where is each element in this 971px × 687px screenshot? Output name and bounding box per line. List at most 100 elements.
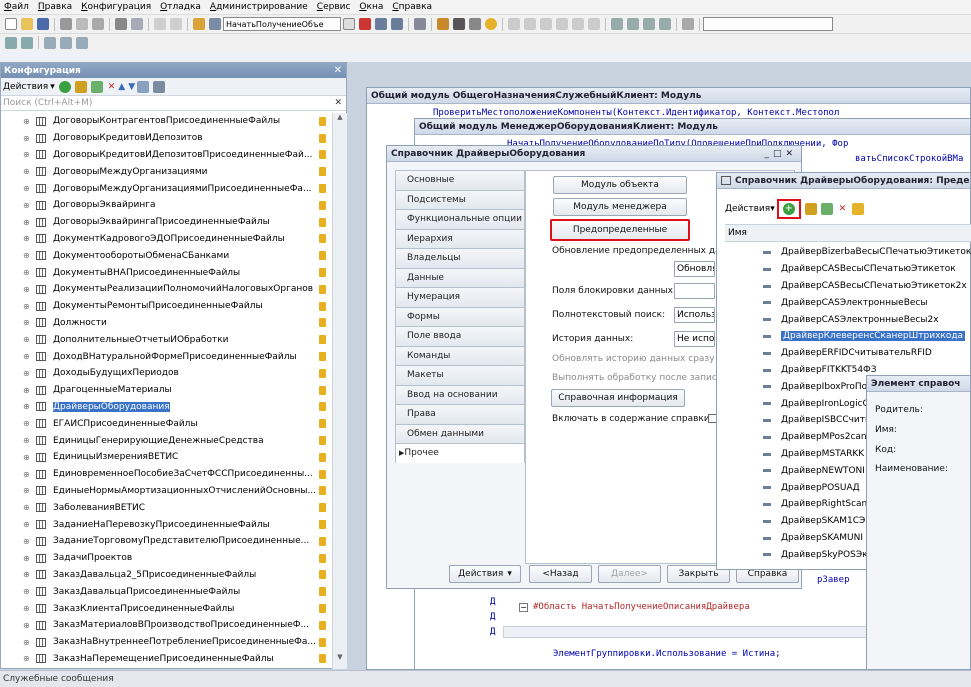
expand-icon[interactable]: ⊕ — [23, 134, 31, 143]
expand-icon[interactable]: ⊕ — [23, 335, 31, 344]
list-item[interactable]: ДрайверCASЭлектронныеВесы — [725, 294, 971, 311]
tree-item[interactable]: ⊕ ДополнительныеОтчетыИОбработки — [1, 331, 331, 348]
back-button[interactable]: <Назад — [529, 565, 592, 583]
code-line[interactable]: рЗавер — [817, 575, 850, 585]
find-prev-icon[interactable] — [391, 18, 403, 30]
run-to-cursor-icon[interactable] — [556, 18, 568, 30]
config-tree-icon[interactable] — [5, 36, 17, 49]
expand-icon[interactable]: ⊕ — [23, 201, 31, 210]
step-out-icon[interactable] — [540, 18, 552, 30]
continue-icon[interactable] — [588, 18, 600, 30]
update-predefined-select[interactable]: Обновлят — [674, 261, 715, 277]
print-icon[interactable] — [115, 18, 127, 30]
save-icon[interactable] — [37, 18, 49, 30]
expand-icon[interactable]: ⊕ — [23, 369, 31, 378]
tree-item[interactable]: ⊕ ДоговорыКонтрагентовПрисоединенныеФайлы — [1, 113, 331, 130]
clear-search-icon[interactable]: ✕ — [334, 98, 346, 108]
list-item[interactable]: ДрайверCASВесыСПечатьюЭтикеток — [725, 261, 971, 278]
expand-icon[interactable]: ⊕ — [23, 554, 31, 563]
list-item[interactable]: ДрайверКлеверенсСканерШтрихкода — [725, 328, 971, 345]
expand-icon[interactable]: ⊕ — [23, 503, 31, 512]
tree-item[interactable]: ⊕ ЕдиныеНормыАмортизационныхОтчисленийОсн… — [1, 483, 331, 500]
tree-item[interactable]: ⊕ ЗаказНаПеремещениеПрисоединенныеФайлы — [1, 651, 331, 668]
module-icon[interactable] — [469, 18, 481, 30]
tree-item[interactable]: ⊕ ДокументКадровогоЭДОПрисоединенныеФайлы — [1, 231, 331, 248]
add-group-icon[interactable] — [852, 203, 865, 215]
tree-item[interactable]: ⊕ ЗаказНаВнутреннееПотреблениеПрисоединен… — [1, 634, 331, 651]
tree-item[interactable]: ⊕ ДоговорыЭквайрингаПрисоединенныеФайлы — [1, 214, 331, 231]
tree-item[interactable]: ⊕ ЗаданиеНаПеревозкуПрисоединенныеФайлы — [1, 516, 331, 533]
code-line[interactable]: ЭлементГруппировки.Использование = Истин… — [553, 649, 781, 659]
tree-item[interactable]: ⊕ ДрайверыОборудования — [1, 399, 331, 416]
combo-dropdown-icon[interactable] — [343, 18, 355, 30]
table-icon[interactable] — [60, 36, 72, 49]
move-up-icon[interactable]: ▲ — [118, 82, 125, 92]
move-down-icon[interactable]: ▼ — [128, 82, 135, 92]
tab[interactable]: Поле ввода — [395, 326, 525, 346]
tree-item[interactable]: ⊕ ДоговорыКредитовИДепозитовПрисоединенны… — [1, 147, 331, 164]
toolbar-empty-combo[interactable] — [703, 17, 833, 31]
add-icon[interactable] — [58, 80, 71, 93]
expand-icon[interactable]: ⊕ — [23, 352, 31, 361]
expand-icon[interactable]: ⊕ — [23, 570, 31, 579]
tree-item[interactable]: ⊕ ЕдиницыГенерирующиеДенежныеСредства — [1, 432, 331, 449]
timer-icon[interactable] — [682, 18, 694, 30]
tree-item[interactable]: ⊕ ЕГАИСПрисоединенныеФайлы — [1, 415, 331, 432]
tree-item[interactable]: ⊕ ЕдиницыИзмеренияВЕТИС — [1, 449, 331, 466]
config-window-icon[interactable] — [21, 36, 33, 49]
undo-icon[interactable] — [154, 18, 166, 30]
list-item[interactable]: ДрайверCASЭлектронныеВесы2х — [725, 311, 971, 328]
tree-item[interactable]: ⊕ Должности — [1, 315, 331, 332]
menu-item[interactable]: Конфигурация — [81, 2, 151, 12]
step-over-icon[interactable] — [524, 18, 536, 30]
find-icon[interactable] — [193, 18, 205, 30]
window-list-icon[interactable] — [643, 18, 655, 30]
tree-item[interactable]: ⊕ ДоговорыМеждуОрганизациями — [1, 163, 331, 180]
service-messages-bar[interactable]: Служебные сообщения — [0, 670, 971, 687]
find-next-icon[interactable] — [375, 18, 387, 30]
collapse-region-icon[interactable]: − — [519, 603, 528, 612]
new-icon[interactable] — [5, 18, 17, 30]
next-button[interactable]: Далее> — [598, 565, 661, 583]
tab[interactable]: Подсистемы — [395, 189, 525, 209]
tree-item[interactable]: ⊕ ЗаболеванияВЕТИС — [1, 499, 331, 516]
tab[interactable]: Иерархия — [395, 228, 525, 248]
expand-icon[interactable]: ⊕ — [23, 621, 31, 630]
expand-icon[interactable]: ⊕ — [23, 654, 31, 663]
tab[interactable]: Обмен данными — [395, 423, 525, 443]
tree-item[interactable]: ⊕ ДрагоценныеМатериалы — [1, 382, 331, 399]
copy-icon[interactable] — [76, 18, 88, 30]
tree-item[interactable]: ⊕ ДокументыРемонтыПрисоединенныеФайлы — [1, 298, 331, 315]
actions-menu[interactable]: Действия — [3, 82, 48, 92]
manager-module-button[interactable]: Модуль менеджера — [553, 198, 687, 216]
debug-icon[interactable] — [437, 18, 449, 30]
menu-item[interactable]: Отладка — [160, 2, 201, 12]
filter-icon[interactable] — [153, 80, 166, 93]
tab[interactable]: Права — [395, 404, 525, 424]
tree-item[interactable]: ⊕ ДоговорыЭквайринга — [1, 197, 331, 214]
calculator-icon[interactable] — [611, 18, 623, 30]
tab[interactable]: Формы — [395, 306, 525, 326]
expand-icon[interactable]: ⊕ — [23, 537, 31, 546]
tree-item[interactable]: ⊕ ЗаказКлиентаПрисоединенныеФайлы — [1, 600, 331, 617]
expand-icon[interactable]: ⊕ — [23, 117, 31, 126]
edit-icon[interactable] — [74, 80, 87, 93]
tree-item[interactable]: ⊕ ДоходыБудущихПериодов — [1, 365, 331, 382]
tree-item[interactable]: ⊕ ЗаказМатериаловВПроизводствоПрисоединен… — [1, 617, 331, 634]
tab[interactable]: Основные — [395, 170, 525, 190]
code-line[interactable]: ПроверитьМестоположениеКомпоненты(Контек… — [433, 108, 839, 118]
step-into-icon[interactable] — [508, 18, 520, 30]
close-icon[interactable]: ✕ — [334, 65, 346, 76]
expand-icon[interactable]: ⊕ — [23, 150, 31, 159]
tree-item[interactable]: ⊕ ДоговорыМеждуОрганизациямиПрисоединенны… — [1, 180, 331, 197]
menu-item[interactable]: Справка — [392, 2, 432, 12]
update-history-checkbox-label[interactable]: Обновлять историю данных сразу по — [552, 354, 729, 364]
expand-icon[interactable]: ⊕ — [23, 251, 31, 260]
tree-item[interactable]: ⊕ ДокументыРеализацииПолномочийНалоговыхО… — [1, 281, 331, 298]
tree-item[interactable]: ⊕ ЗаданиеТорговомуПредставителюПрисоедине… — [1, 533, 331, 550]
preview-icon[interactable] — [131, 18, 143, 30]
tree-item[interactable]: ⊕ ЕдиновременноеПособиеЗаСчетФССПрисоедин… — [1, 466, 331, 483]
actions-menu[interactable]: Действия — [725, 204, 770, 214]
tab[interactable]: Данные — [395, 267, 525, 287]
fulltext-select[interactable]: Использо — [674, 307, 715, 323]
